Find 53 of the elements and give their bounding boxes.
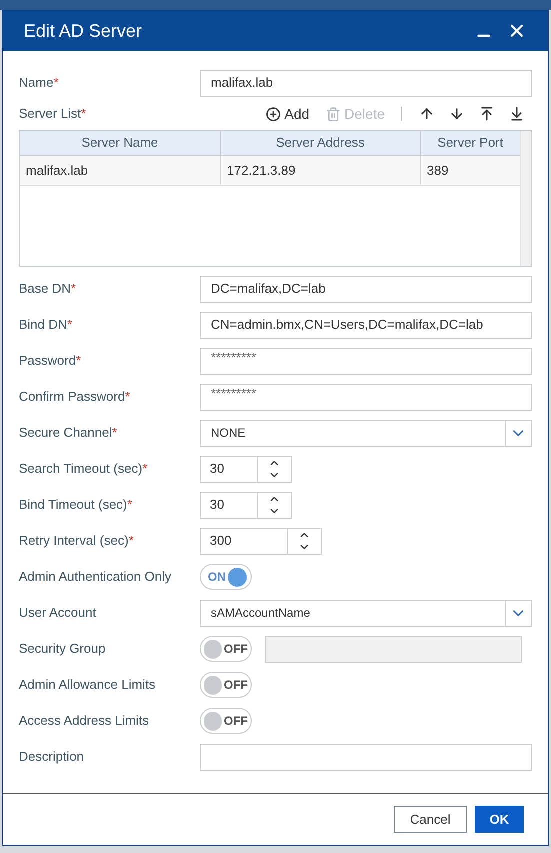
number-spinner[interactable]: 30 <box>200 492 292 518</box>
ok-button[interactable]: OK <box>475 806 524 833</box>
field-label: Search Timeout (sec)* <box>19 461 148 476</box>
field-label: Bind DN* <box>19 317 72 332</box>
select-field[interactable]: sAMAccountName <box>200 600 532 626</box>
toggle-knob-icon <box>228 568 247 586</box>
text-field[interactable]: CN=admin.bmx,CN=Users,DC=malifax,DC=lab <box>200 312 532 338</box>
number-spinner[interactable]: 30 <box>200 456 292 482</box>
toggle-knob-icon <box>204 640 222 658</box>
dialog-title: Edit AD Server <box>24 20 144 42</box>
column-header[interactable]: Server Port <box>421 131 520 155</box>
select-field[interactable]: NONE <box>200 420 532 446</box>
password-field[interactable]: ********* <box>200 348 532 374</box>
spinner-value: 30 <box>201 456 258 482</box>
spinner-value: 300 <box>201 528 288 554</box>
toggle-switch[interactable]: OFF <box>200 636 252 662</box>
field-label: Name* <box>19 75 59 90</box>
number-spinner[interactable]: 300 <box>200 528 322 554</box>
text-field[interactable]: malifax.lab <box>200 70 532 96</box>
table-cell: 172.21.3.89 <box>221 156 421 185</box>
table-row[interactable]: malifax.lab 172.21.3.89 389 <box>20 156 520 186</box>
add-icon <box>266 106 281 122</box>
trash-icon <box>326 106 341 122</box>
column-header[interactable]: Server Address <box>221 131 421 155</box>
field-label: Access Address Limits <box>19 713 150 728</box>
field-label: Secure Channel* <box>19 425 118 440</box>
field-label: User Account <box>19 605 96 620</box>
field-label: Description <box>19 749 84 764</box>
toolbar-button[interactable]: Add <box>266 104 310 124</box>
field-label: Security Group <box>19 641 106 656</box>
table-cell: malifax.lab <box>20 156 221 185</box>
spinner-value: 30 <box>201 492 258 518</box>
text-field[interactable] <box>200 744 532 770</box>
arrow-to-top-icon <box>479 106 495 122</box>
cancel-button[interactable]: Cancel <box>394 806 467 833</box>
toggle-switch[interactable]: ON <box>200 564 252 590</box>
field-label: Password* <box>19 353 82 368</box>
field-label: Confirm Password* <box>19 389 130 404</box>
field-label: Bind Timeout (sec)* <box>19 497 132 512</box>
toggle-knob-icon <box>204 712 222 730</box>
field-label: Admin Allowance Limits <box>19 677 156 692</box>
field-label: Retry Interval (sec)* <box>19 533 134 548</box>
table-cell-text: 389 <box>426 162 450 180</box>
column-header[interactable]: Server Name <box>20 131 221 155</box>
password-field[interactable]: ********* <box>200 384 532 410</box>
field-label: Admin Authentication Only <box>19 569 172 584</box>
text-field[interactable]: DC=malifax,DC=lab <box>200 276 532 302</box>
arrow-to-bottom-icon <box>509 106 525 122</box>
toggle-knob-icon <box>204 676 222 694</box>
toggle-switch[interactable]: OFF <box>200 672 252 698</box>
field-label: Server List* <box>19 106 86 121</box>
field-label: Base DN* <box>19 281 76 296</box>
toggle-switch[interactable]: OFF <box>200 708 252 734</box>
